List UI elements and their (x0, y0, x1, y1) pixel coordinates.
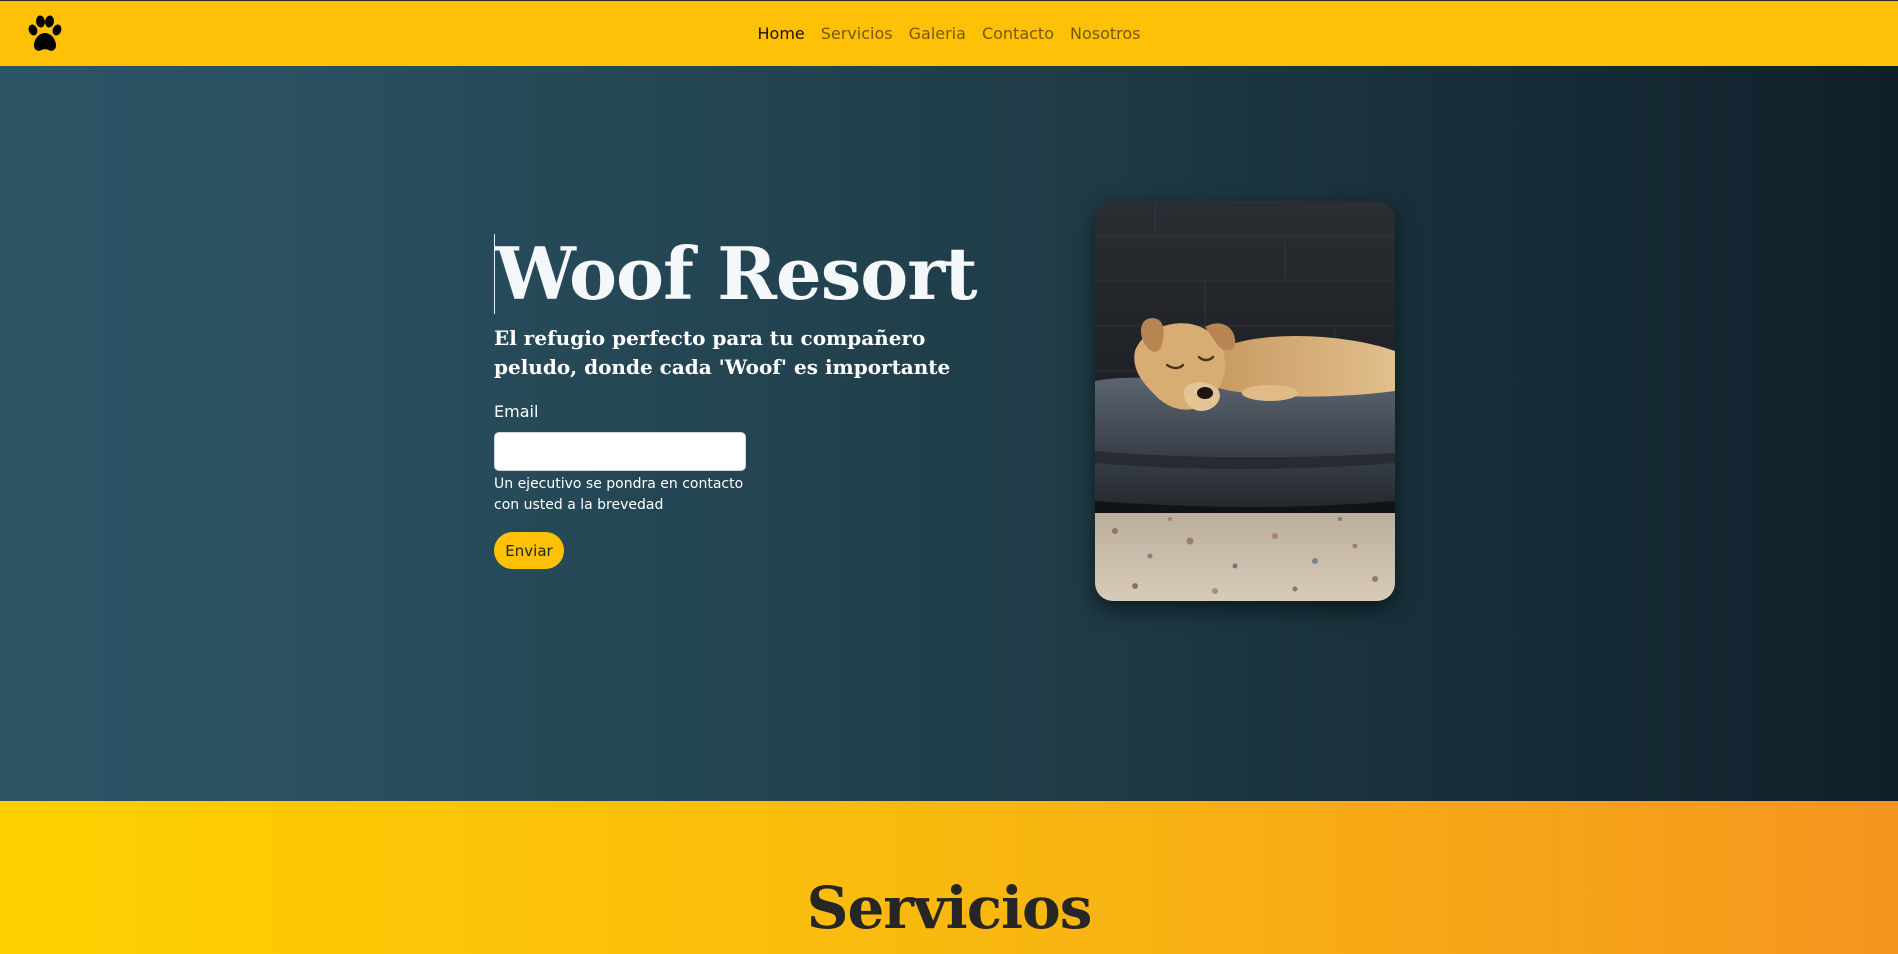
paw-icon (28, 15, 62, 51)
nav-link-servicios[interactable]: Servicios (821, 20, 893, 47)
dog-photo-illustration (1095, 201, 1395, 601)
services-section: Servicios (0, 801, 1898, 954)
brand-logo-link[interactable] (24, 13, 66, 55)
dog-photo (1095, 201, 1395, 601)
email-help-text: Un ejecutivo se pondra en contacto con u… (494, 476, 744, 513)
nav-link-contacto[interactable]: Contacto (982, 20, 1054, 47)
submit-button[interactable]: Enviar (494, 532, 564, 569)
nav-link-home[interactable]: Home (758, 20, 805, 47)
nav-link-galeria[interactable]: Galeria (909, 20, 966, 47)
nav-links: Home Servicios Galeria Contacto Nosotros (0, 1, 1898, 66)
email-input[interactable] (494, 432, 746, 471)
navbar: Home Servicios Galeria Contacto Nosotros (0, 0, 1898, 66)
services-title: Servicios (806, 874, 1093, 942)
email-label: Email (494, 402, 539, 421)
hero-subtitle: El refugio perfecto para tu compañero pe… (494, 326, 951, 379)
hero-section: Woof Resort El refugio perfecto para tu … (0, 66, 1898, 801)
hero-title: Woof Resort (494, 231, 977, 316)
nav-link-nosotros[interactable]: Nosotros (1070, 20, 1141, 47)
